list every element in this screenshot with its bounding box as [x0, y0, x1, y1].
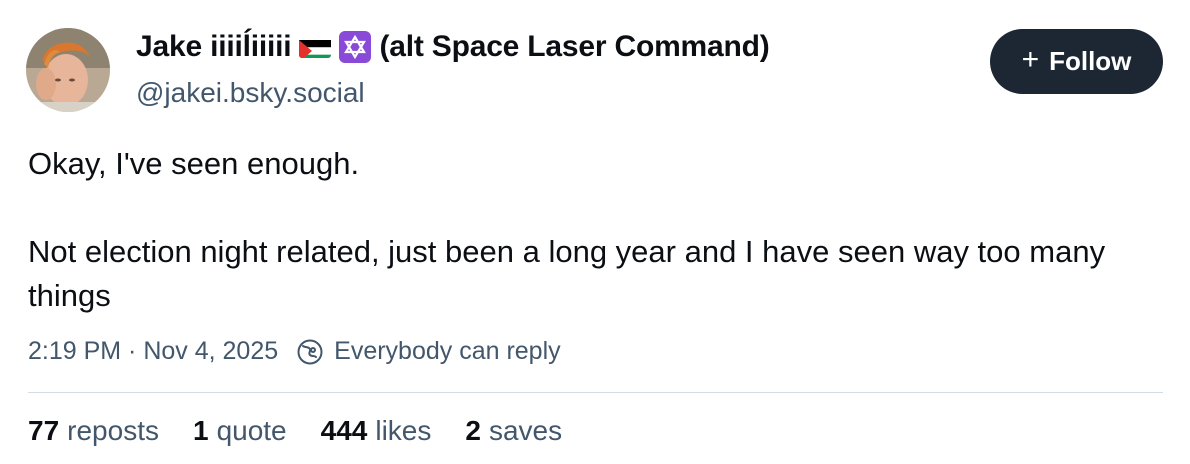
- stat-count: 77: [28, 415, 60, 446]
- stat-count: 1: [192, 415, 209, 446]
- post-card: Jake iiiiĺiiiii (alt Space Laser Command…: [0, 0, 1190, 464]
- post-paragraph: Okay, I've seen enough.: [28, 146, 360, 181]
- avatar-image: [26, 28, 110, 112]
- star-of-david-icon: [339, 31, 372, 63]
- divider: [28, 392, 1163, 393]
- post-timestamp[interactable]: 2:19 PM · Nov 4, 2025: [28, 337, 278, 366]
- quotes-stat[interactable]: 1 quote: [193, 415, 287, 447]
- avatar[interactable]: [26, 28, 110, 112]
- stat-label: saves: [488, 415, 563, 446]
- globe-icon: [297, 339, 323, 364]
- post-meta: 2:19 PM · Nov 4, 2025 Everybody can repl…: [28, 337, 561, 366]
- palestine-flag-icon: [299, 36, 332, 58]
- saves-stat[interactable]: 2 saves: [465, 415, 562, 447]
- post-stats: 77 reposts 1 quote 444 likes 2 saves: [28, 415, 562, 447]
- post-paragraph: Not election night related, just been a …: [28, 234, 1106, 313]
- follow-button-label: Follow: [1049, 46, 1132, 76]
- plus-icon: +: [1021, 43, 1040, 76]
- post-body: Okay, I've seen enough. Not election nig…: [28, 142, 1168, 318]
- reply-setting-label: Everybody can reply: [334, 337, 561, 365]
- author-handle[interactable]: @jakei.bsky.social: [136, 77, 365, 109]
- author-name-text: Jake iiiiĺiiiii: [136, 30, 292, 63]
- stat-label: quote: [216, 415, 287, 446]
- author-display-name[interactable]: Jake iiiiĺiiiii (alt Space Laser Command…: [136, 30, 770, 64]
- follow-button[interactable]: + Follow: [990, 29, 1163, 94]
- author-name-suffix: (alt Space Laser Command): [379, 30, 770, 63]
- stat-label: reposts: [67, 415, 159, 446]
- likes-stat[interactable]: 444 likes: [321, 415, 432, 447]
- reposts-stat[interactable]: 77 reposts: [28, 415, 159, 447]
- stat-count: 444: [320, 415, 368, 446]
- stat-label: likes: [375, 415, 432, 446]
- stat-count: 2: [465, 415, 481, 446]
- reply-setting[interactable]: Everybody can reply: [296, 337, 561, 366]
